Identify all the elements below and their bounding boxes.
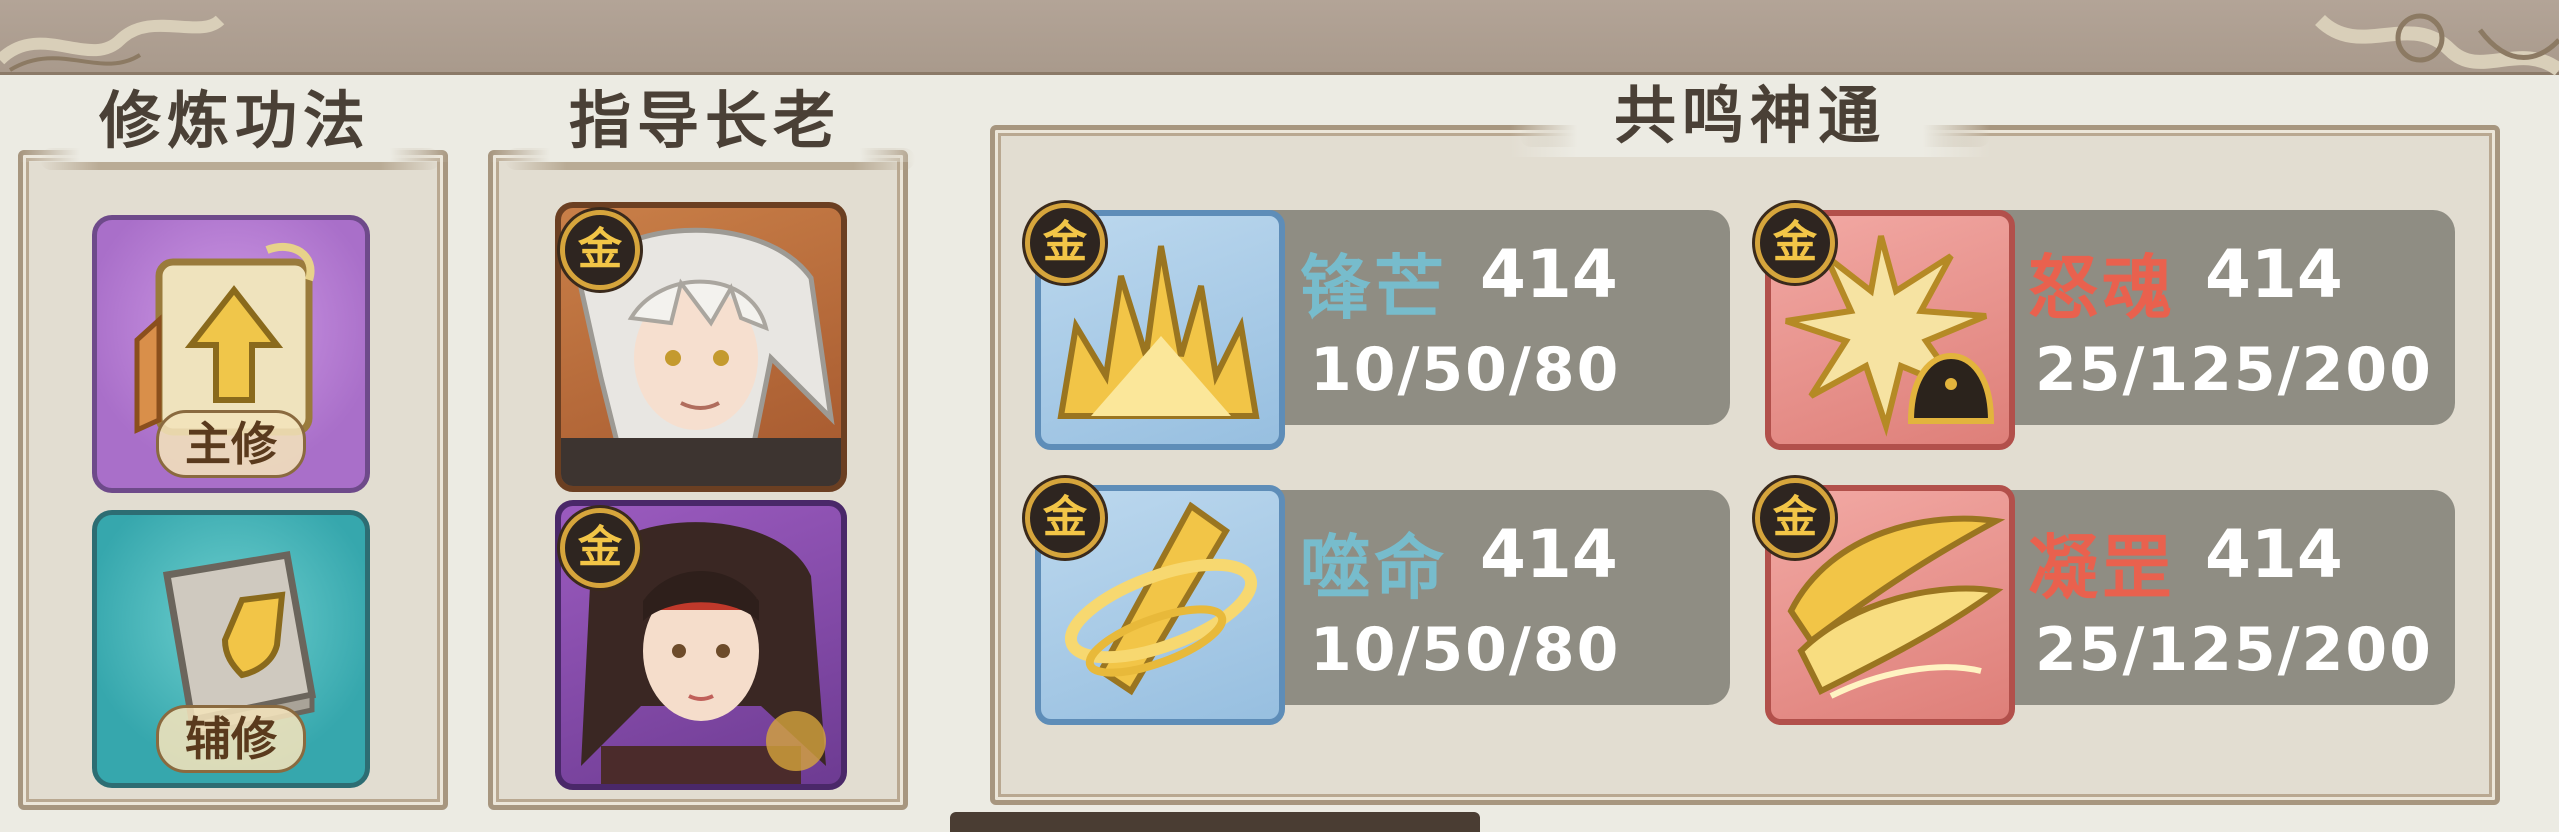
- right-cloud-ornament: [2315, 13, 2559, 76]
- skill-4-name: 凝罡: [2028, 527, 2176, 609]
- main-method-card[interactable]: 主修: [92, 215, 370, 493]
- elder-2-grade-badge: 金: [560, 508, 640, 588]
- elders-title: 指导长老: [490, 80, 920, 162]
- skill-4-values: 25/125/200: [2035, 615, 2433, 685]
- main-method-label: 主修: [156, 410, 306, 478]
- left-cloud-ornament: [0, 15, 225, 72]
- resonance-title: 共鸣神通: [1510, 75, 1990, 157]
- elder-1-grade-badge: 金: [560, 210, 640, 290]
- skill-2-level: 414: [2205, 236, 2343, 313]
- skill-4-level: 414: [2205, 516, 2343, 593]
- cultivation-title: 修炼功法: [20, 80, 450, 162]
- aux-method-label: 辅修: [156, 705, 306, 773]
- skill-3-name: 噬命: [1300, 527, 1448, 609]
- aux-method-card[interactable]: 辅修: [92, 510, 370, 788]
- skill-1-level: 414: [1480, 236, 1618, 313]
- skill-3-grade-badge: 金: [1025, 478, 1105, 558]
- skill-2-grade-badge: 金: [1755, 203, 1835, 283]
- skill-1-values: 10/50/80: [1310, 335, 1621, 405]
- skill-1-name: 锋芒: [1300, 247, 1448, 329]
- skill-3-values: 10/50/80: [1310, 615, 1621, 685]
- skill-2-values: 25/125/200: [2035, 335, 2433, 405]
- skill-4-grade-badge: 金: [1755, 478, 1835, 558]
- skill-1-grade-badge: 金: [1025, 203, 1105, 283]
- bottom-panel-edge: [950, 812, 1480, 832]
- skill-3-level: 414: [1480, 516, 1618, 593]
- skill-2-name: 怒魂: [2028, 247, 2176, 329]
- top-frame: [0, 0, 2559, 75]
